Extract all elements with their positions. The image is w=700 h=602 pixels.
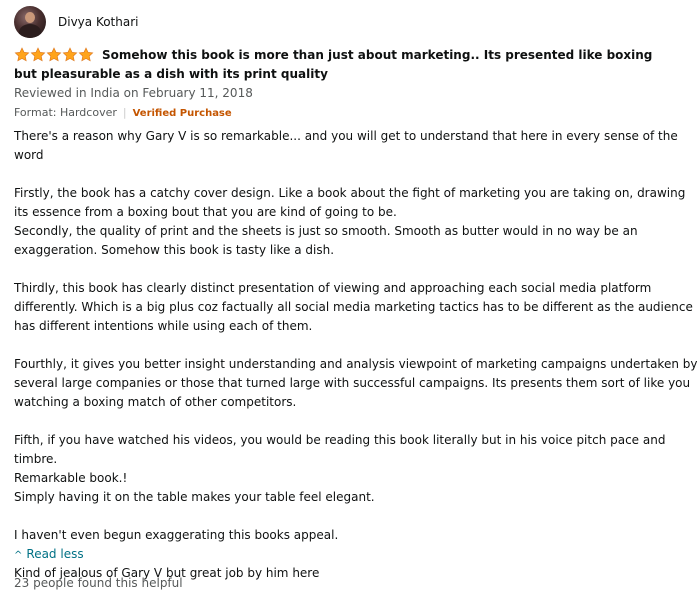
star-icon <box>14 47 30 62</box>
read-less-label: Read less <box>26 547 84 561</box>
review-card: Divya Kothari Somehow this book is more … <box>0 0 700 602</box>
review-paragraph: Secondly, the quality of print and the s… <box>14 224 638 257</box>
helpful-count: 23 people found this helpful <box>14 576 183 590</box>
review-paragraph: Remarkable book.! <box>14 471 128 485</box>
review-paragraph: I haven't even begun exaggerating this b… <box>14 528 339 542</box>
chevron-up-icon: ^ <box>14 550 23 561</box>
review-paragraph: Thirdly, this book has clearly distinct … <box>14 281 693 333</box>
star-icon <box>46 47 62 62</box>
review-paragraph: Firstly, the book has a catchy cover des… <box>14 186 686 219</box>
review-paragraph: Simply having it on the table makes your… <box>14 490 375 504</box>
verified-purchase-badge: Verified Purchase <box>132 108 232 119</box>
star-icon <box>30 47 46 62</box>
review-date: Reviewed in India on February 11, 2018 <box>14 86 253 100</box>
review-paragraph: Fourthly, it gives you better insight un… <box>14 357 698 409</box>
review-body: There's a reason why Gary V is so remark… <box>14 127 698 583</box>
review-paragraph: Fifth, if you have watched his videos, y… <box>14 433 666 466</box>
divider: | <box>122 106 127 119</box>
review-paragraph: There's a reason why Gary V is so remark… <box>14 129 678 162</box>
avatar[interactable] <box>14 6 46 38</box>
review-title-row: Somehow this book is more than just abou… <box>14 46 654 84</box>
read-less-button[interactable]: ^ Read less <box>14 547 84 561</box>
review-title[interactable]: Somehow this book is more than just abou… <box>14 48 652 81</box>
reviewer-profile[interactable]: Divya Kothari <box>14 6 139 38</box>
review-format-row: Format: Hardcover | Verified Purchase <box>14 106 232 119</box>
star-rating <box>14 47 94 62</box>
star-icon <box>78 47 94 62</box>
star-icon <box>62 47 78 62</box>
reviewer-name[interactable]: Divya Kothari <box>58 15 139 29</box>
product-format[interactable]: Format: Hardcover <box>14 106 117 119</box>
